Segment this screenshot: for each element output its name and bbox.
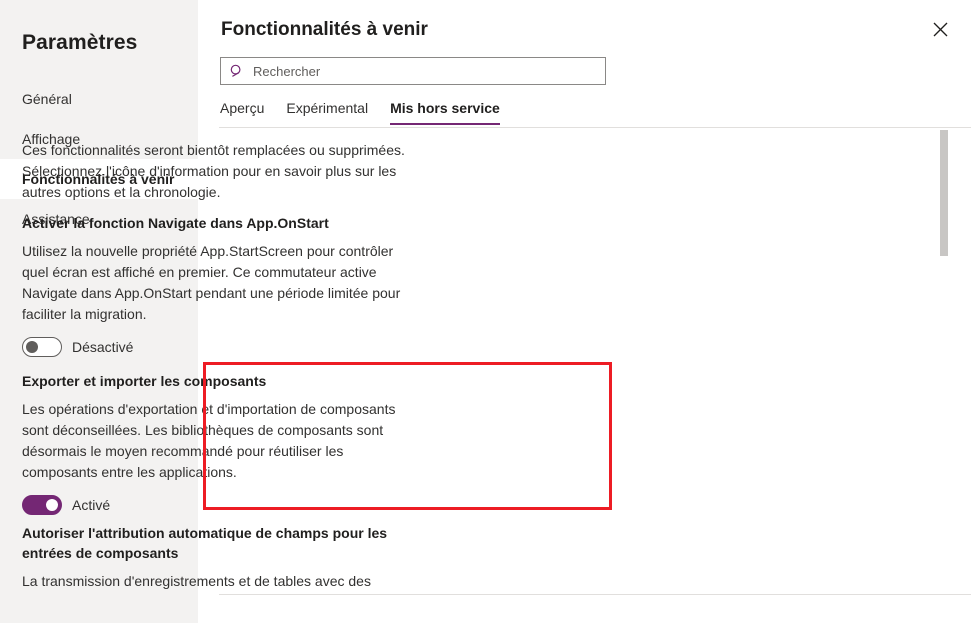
toggle-knob — [46, 499, 58, 511]
feature-heading: Activer la fonction Navigate dans App.On… — [22, 215, 329, 231]
sidebar-title: Paramètres — [22, 31, 138, 54]
intro-text: Ces fonctionnalités seront bientôt rempl… — [22, 142, 405, 200]
sidebar-item-label: Général — [22, 91, 72, 107]
feature-tabs: Aperçu Expérimental Mis hors service — [220, 100, 522, 125]
toggle-switch-navigate-app-onstart[interactable] — [22, 337, 62, 357]
feature-heading: Exporter et importer les composants — [22, 373, 267, 389]
tab-mis-hors-service[interactable]: Mis hors service — [390, 100, 500, 125]
close-icon — [933, 22, 947, 36]
toggle-state-label: Désactivé — [72, 339, 134, 355]
bottom-divider — [219, 594, 971, 595]
toggle-state-label: Activé — [72, 497, 111, 513]
feature-toggle-row[interactable]: Désactivé — [22, 337, 410, 357]
close-button[interactable] — [923, 12, 957, 46]
feature-description: La transmission d'enregistrements et de … — [22, 573, 371, 589]
sidebar-item-general[interactable]: Général — [0, 79, 198, 119]
search-icon — [230, 64, 244, 78]
feature-list: Ces fonctionnalités seront bientôt rempl… — [0, 128, 773, 594]
toggle-knob — [26, 341, 38, 353]
content-scrollbar-thumb[interactable] — [940, 130, 948, 256]
tab-label: Mis hors service — [390, 100, 500, 116]
search-input[interactable] — [253, 63, 583, 79]
toggle-switch-export-import-components[interactable] — [22, 495, 62, 515]
feature-heading: Autoriser l'attribution automatique de c… — [22, 525, 388, 561]
page-title: Fonctionnalités à venir — [221, 19, 428, 40]
tab-label: Aperçu — [220, 100, 265, 116]
search-box[interactable] — [220, 57, 606, 85]
feature-description: Utilisez la nouvelle propriété App.Start… — [22, 243, 401, 322]
tab-experimental[interactable]: Expérimental — [286, 100, 368, 125]
feature-item-export-import-components: Exporter et importer les composants Les … — [22, 371, 410, 515]
feature-toggle-row[interactable]: Activé — [22, 495, 410, 515]
feature-item-auto-field-assignment: Autoriser l'attribution automatique de c… — [22, 523, 410, 592]
tab-apercu[interactable]: Aperçu — [220, 100, 264, 125]
feature-description: Les opérations d'exportation et d'import… — [22, 401, 396, 480]
tab-label: Expérimental — [286, 100, 369, 116]
feature-item-navigate-app-onstart: Activer la fonction Navigate dans App.On… — [22, 213, 410, 357]
